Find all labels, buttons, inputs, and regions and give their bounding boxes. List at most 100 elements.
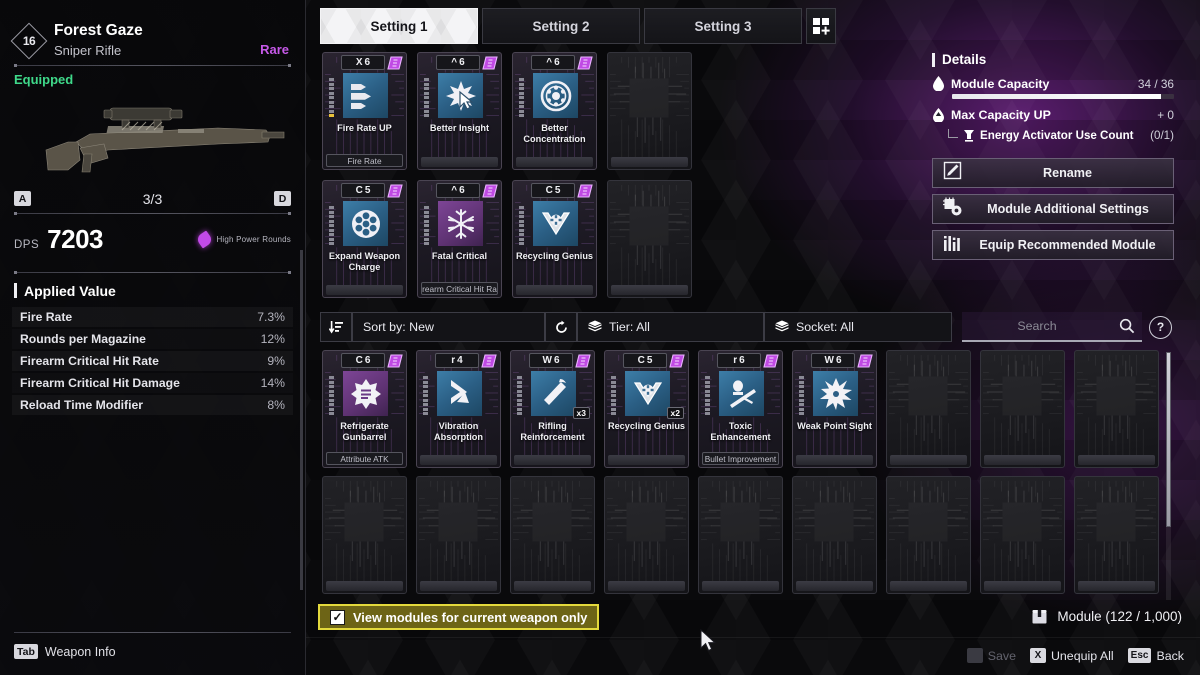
next-weapon-key[interactable]: D — [274, 191, 291, 207]
module-filter-toolbar: Sort by: New Tier: All Socket: All — [320, 312, 952, 342]
reset-filters-button[interactable] — [545, 312, 577, 342]
empty-module-slot[interactable] — [1074, 476, 1159, 594]
stat-name: Rounds per Magazine — [20, 331, 146, 346]
empty-slot-chip-icon — [1080, 360, 1154, 441]
empty-slot-chip-icon — [1080, 486, 1154, 567]
section-accent-bar — [14, 283, 17, 299]
rename-button[interactable]: Rename — [932, 158, 1174, 188]
module-card[interactable]: C 5 Recycling Genius — [512, 180, 597, 298]
empty-module-slot[interactable] — [607, 180, 692, 298]
module-card[interactable]: ^ 6 Better Concentration — [512, 52, 597, 170]
tab-setting-2[interactable]: Setting 2 — [482, 8, 640, 44]
module-card[interactable]: r 6 Toxic Enhancement Bullet Improvement — [698, 350, 783, 468]
stat-name: Fire Rate — [20, 309, 73, 324]
rarity-badge-icon — [577, 56, 593, 70]
rarity-badge-icon — [577, 184, 593, 198]
pencil-icon — [943, 161, 962, 180]
module-card[interactable]: ^ 6 Better Insight — [417, 52, 502, 170]
module-rarity-badge — [763, 354, 779, 368]
inventory-scrollbar-thumb[interactable] — [1166, 352, 1171, 527]
module-card[interactable]: C 5 Recycling Genius x2 — [604, 350, 689, 468]
sort-by-dropdown[interactable]: Sort by: New — [352, 312, 545, 342]
applied-value-header: Applied Value — [0, 273, 305, 307]
module-cost-value: 6 — [364, 57, 371, 68]
tier-filter-dropdown[interactable]: Tier: All — [577, 312, 764, 342]
module-card[interactable]: r 4 Vibration Absorption — [416, 350, 501, 468]
module-socket-type: r — [733, 355, 738, 366]
module-socket-cost: X6 — [341, 55, 385, 70]
module-rarity-badge — [575, 354, 591, 368]
hint-label: Unequip All — [1050, 648, 1114, 663]
search-button[interactable] — [1112, 312, 1142, 342]
weapon-info-hint[interactable]: Tab Weapon Info — [14, 644, 116, 659]
tab-setting-1[interactable]: Setting 1 — [320, 8, 478, 44]
empty-module-slot[interactable] — [980, 476, 1065, 594]
empty-slot-chip-icon — [328, 486, 402, 567]
weapon-name-block: Forest Gaze Sniper Rifle — [54, 22, 250, 58]
module-card[interactable]: W 6 Weak Point Sight — [792, 350, 877, 468]
empty-module-slot[interactable] — [886, 476, 971, 594]
applied-value-list: Fire Rate 7.3% Rounds per Magazine 12% Firea… — [0, 306, 305, 415]
stat-row: Firearm Critical Hit Rate 9% — [12, 350, 293, 371]
prev-weapon-key[interactable]: A — [14, 191, 31, 207]
module-bottom-rail — [514, 455, 591, 465]
weapon-image — [10, 93, 295, 189]
help-button[interactable]: ? — [1149, 315, 1172, 339]
empty-slot-chip-icon — [798, 486, 872, 567]
module-cost-value: 4 — [457, 355, 463, 366]
module-card[interactable]: X 6 Fire Rate UP Fire Rate — [322, 52, 407, 170]
hint-back[interactable]: Esc Back — [1127, 648, 1184, 663]
empty-module-slot[interactable] — [698, 476, 783, 594]
tree-branch-icon — [948, 128, 958, 138]
search-input[interactable] — [962, 312, 1112, 340]
rarity-badge-icon — [857, 354, 873, 368]
module-additional-settings-button[interactable]: Module Additional Settings — [932, 194, 1174, 224]
energy-activator-label: Energy Activator Use Count — [980, 129, 1134, 142]
rarity-badge-icon — [763, 354, 779, 368]
empty-module-slot[interactable] — [607, 52, 692, 170]
module-socket-type: C — [545, 185, 553, 196]
empty-module-slot[interactable] — [604, 476, 689, 594]
module-category-tag: Bullet Improvement — [702, 452, 779, 465]
empty-module-slot[interactable] — [886, 350, 971, 468]
empty-module-slot[interactable] — [792, 476, 877, 594]
tier-filter-label: Tier: All — [609, 320, 650, 334]
sort-by-label: Sort by: New — [363, 320, 434, 334]
tab-setting-3[interactable]: Setting 3 — [644, 8, 802, 44]
module-settings-icon — [943, 197, 963, 222]
module-card[interactable]: C 6 Refrigerate Gunbarrel Attribute ATK — [322, 350, 407, 468]
rarity-badge-icon — [482, 56, 498, 70]
rarity-badge-icon — [387, 56, 403, 70]
module-name: Refrigerate Gunbarrel — [340, 421, 389, 442]
add-preset-button[interactable] — [806, 8, 836, 44]
equip-recommended-module-button[interactable]: Equip Recommended Module — [932, 230, 1174, 260]
hint-unequip-all[interactable]: X Unequip All — [1029, 648, 1114, 663]
empty-module-slot[interactable] — [980, 350, 1065, 468]
left-panel-scrollbar[interactable] — [300, 250, 303, 590]
socket-filter-dropdown[interactable]: Socket: All — [764, 312, 952, 342]
empty-slot-chip-icon — [986, 486, 1060, 567]
module-card[interactable]: ^6 Fatal Critical Firearm Critical Hit Rat… — [417, 180, 502, 298]
socket-filter-label: Socket: All — [796, 320, 854, 334]
applied-value-title: Applied Value — [24, 282, 116, 299]
module-socket-cost: ^ 6 — [531, 55, 575, 70]
empty-module-slot[interactable] — [416, 476, 501, 594]
module-name: Recycling Genius — [515, 251, 594, 261]
sniper-rifle-illustration — [45, 107, 284, 172]
weapon-info-panel: 16 Forest Gaze Sniper Rifle Rare Equippe… — [0, 0, 306, 675]
module-card[interactable]: W 6 Rifling Reinforcement x3 — [510, 350, 595, 468]
empty-module-slot[interactable] — [1074, 350, 1159, 468]
filter-current-weapon-checkbox[interactable]: ✓ View modules for current weapon only — [318, 604, 600, 630]
high-power-rounds-icon — [195, 230, 214, 249]
empty-module-slot[interactable] — [510, 476, 595, 594]
module-socket-cost: r6 — [717, 353, 761, 368]
module-card[interactable]: C 5 Expand Weapon Charge — [322, 180, 407, 298]
module-socket-cost: C5 — [623, 353, 667, 368]
sort-direction-button[interactable] — [320, 312, 352, 342]
inventory-scrollbar-track[interactable] — [1166, 352, 1171, 600]
empty-module-slot[interactable] — [322, 476, 407, 594]
search-field[interactable] — [962, 312, 1112, 342]
hint-save[interactable]: Save — [966, 648, 1016, 663]
sort-descending-icon — [328, 320, 343, 333]
module-energy-gauge — [424, 75, 429, 117]
